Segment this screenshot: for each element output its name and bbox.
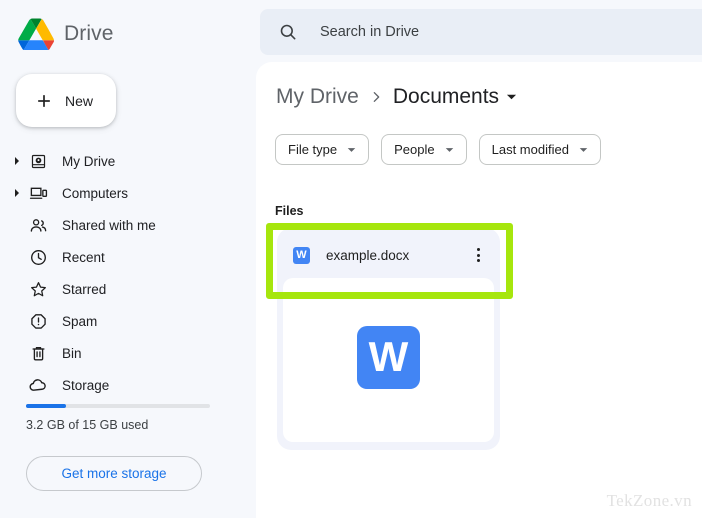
chevron-down-icon xyxy=(579,147,588,152)
breadcrumb-documents[interactable]: Documents xyxy=(393,85,517,109)
expand-caret-icon[interactable] xyxy=(10,154,24,168)
clock-icon xyxy=(28,247,48,267)
watermark: TekZone.vn xyxy=(606,491,692,510)
search-bar[interactable]: Search in Drive xyxy=(260,9,702,55)
people-icon xyxy=(28,215,48,235)
star-icon xyxy=(28,279,48,299)
sidebar-item-label: My Drive xyxy=(62,153,116,169)
word-thumbnail-icon: W xyxy=(357,325,420,389)
cloud-icon xyxy=(28,375,48,395)
sidebar-item-computers[interactable]: Computers xyxy=(0,177,256,209)
sidebar-nav: My Drive Computers Shared with me Recent… xyxy=(0,145,256,401)
word-file-icon: W xyxy=(293,246,310,264)
search-input[interactable]: Search in Drive xyxy=(320,24,419,40)
chevron-down-icon xyxy=(445,147,453,152)
plus-icon xyxy=(38,94,50,107)
new-button[interactable]: New xyxy=(16,74,116,127)
filter-chip-label: People xyxy=(394,142,435,157)
storage-progress-bar xyxy=(26,404,210,408)
file-card[interactable]: W example.docx W xyxy=(277,228,500,450)
drive-icon xyxy=(28,151,48,171)
sidebar-item-label: Computers xyxy=(62,185,129,201)
expand-caret-icon[interactable] xyxy=(10,186,24,200)
get-more-storage-button[interactable]: Get more storage xyxy=(26,456,202,491)
breadcrumb: My Drive Documents xyxy=(276,82,517,112)
storage-progress-fill xyxy=(26,404,67,408)
storage-usage-text: 3.2 GB of 15 GB used xyxy=(26,418,149,432)
files-section-label: Files xyxy=(275,204,304,218)
file-thumbnail[interactable]: W xyxy=(283,278,494,442)
filter-chip-file-type[interactable]: File type xyxy=(275,134,370,165)
file-card-header[interactable]: W example.docx xyxy=(277,228,500,282)
sidebar-item-label: Storage xyxy=(62,377,110,393)
sidebar-item-my-drive[interactable]: My Drive xyxy=(0,145,256,177)
sidebar-item-starred[interactable]: Starred xyxy=(0,273,256,305)
new-button-label: New xyxy=(65,92,94,109)
filter-chips: File type People Last modified xyxy=(275,134,601,165)
google-drive-logo-icon xyxy=(18,18,54,50)
search-icon xyxy=(280,24,296,40)
sidebar-item-storage[interactable]: Storage xyxy=(0,369,256,401)
sidebar-item-label: Spam xyxy=(62,313,98,329)
chevron-down-icon xyxy=(506,94,517,100)
kebab-menu-icon[interactable] xyxy=(469,246,487,264)
filter-chip-label: Last modified xyxy=(491,142,569,157)
sidebar: Drive New My Drive Computers Shared with… xyxy=(0,0,256,518)
drive-brand[interactable]: Drive xyxy=(18,14,114,54)
trash-icon xyxy=(28,343,48,363)
sidebar-item-recent[interactable]: Recent xyxy=(0,241,256,273)
file-name: example.docx xyxy=(326,247,410,263)
sidebar-item-label: Bin xyxy=(62,345,82,361)
filter-chip-last-modified[interactable]: Last modified xyxy=(478,134,601,165)
computer-icon xyxy=(28,183,48,203)
sidebar-item-shared-with-me[interactable]: Shared with me xyxy=(0,209,256,241)
sidebar-item-label: Recent xyxy=(62,249,105,265)
main-content: My Drive Documents File type People Last… xyxy=(256,62,702,518)
sidebar-item-label: Shared with me xyxy=(62,217,156,233)
filter-chip-label: File type xyxy=(288,142,338,157)
drive-app-window: Drive New My Drive Computers Shared with… xyxy=(0,0,702,518)
breadcrumb-my-drive[interactable]: My Drive xyxy=(276,85,359,109)
sidebar-item-spam[interactable]: Spam xyxy=(0,305,256,337)
chevron-down-icon xyxy=(347,147,356,152)
filter-chip-people[interactable]: People xyxy=(381,134,467,165)
app-title: Drive xyxy=(64,22,114,45)
sidebar-item-label: Starred xyxy=(62,281,107,297)
chevron-right-icon xyxy=(373,92,380,102)
exclamation-octagon-icon xyxy=(28,311,48,331)
breadcrumb-current-label: Documents xyxy=(392,85,500,108)
sidebar-item-bin[interactable]: Bin xyxy=(0,337,256,369)
